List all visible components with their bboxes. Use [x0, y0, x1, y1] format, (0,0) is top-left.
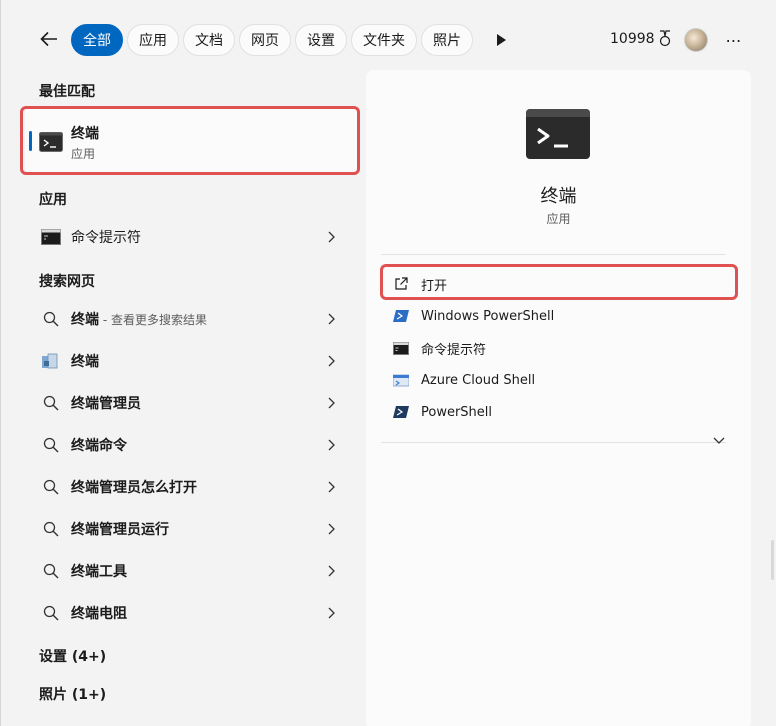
filter-settings[interactable]: 设置	[295, 24, 347, 56]
back-arrow-icon	[40, 31, 57, 47]
search-top-bar: 全部 应用 文档 网页 设置 文件夹 照片 10998 ⋯	[1, 0, 776, 72]
play-triangle-icon	[497, 34, 506, 46]
windows-powershell-label: Windows PowerShell	[421, 308, 555, 324]
filter-web[interactable]: 网页	[239, 24, 291, 56]
web-result-terminal-resistor[interactable]: 终端电阻	[25, 594, 351, 632]
web-result-query: 终端管理员运行	[71, 522, 169, 538]
selection-indicator	[29, 131, 32, 151]
website-favicon-icon	[41, 351, 61, 371]
windows-powershell-action[interactable]: Windows PowerShell	[382, 301, 734, 331]
chevron-right-icon	[328, 523, 335, 535]
chevron-right-icon	[328, 313, 335, 325]
azure-cloud-shell-icon	[392, 371, 410, 389]
list-item-label: 终端工具	[71, 561, 127, 581]
web-result-terminal-site[interactable]: 终端	[25, 342, 351, 380]
web-result-query: 终端工具	[71, 564, 127, 580]
filter-apps[interactable]: 应用	[127, 24, 179, 56]
command-prompt-icon	[392, 339, 410, 357]
azure-cloud-shell-action[interactable]: Azure Cloud Shell	[382, 365, 734, 395]
web-result-terminal-more[interactable]: 终端 - 查看更多搜索结果	[25, 300, 351, 338]
powershell-icon	[392, 403, 410, 421]
divider	[381, 442, 726, 443]
list-item-label: 终端命令	[71, 435, 127, 455]
list-item-label: 命令提示符	[71, 230, 141, 246]
list-item-label: 终端	[71, 351, 99, 371]
apps-heading: 应用	[39, 192, 67, 208]
terminal-icon	[39, 132, 63, 156]
web-result-query: 终端管理员怎么打开	[71, 480, 197, 496]
scrollbar[interactable]	[771, 540, 774, 580]
chevron-right-icon	[328, 439, 335, 451]
web-result-terminal-admin-open[interactable]: 终端管理员怎么打开	[25, 468, 351, 506]
chevron-right-icon	[328, 481, 335, 493]
list-item-label: 终端管理员	[71, 393, 141, 413]
best-match-heading: 最佳匹配	[39, 84, 95, 100]
web-result-terminal-admin-run[interactable]: 终端管理员运行	[25, 510, 351, 548]
web-result-query: 终端电阻	[71, 606, 127, 622]
search-icon	[41, 561, 61, 581]
best-match-subtitle: 应用	[71, 147, 96, 161]
ellipsis-icon: ⋯	[725, 30, 743, 50]
search-icon	[41, 519, 61, 539]
list-item-label: 终端管理员运行	[71, 519, 169, 539]
search-filter-tabs: 全部 应用 文档 网页 设置 文件夹 照片	[71, 24, 473, 56]
command-prompt-label: 命令提示符	[421, 342, 487, 358]
best-match-item[interactable]: 终端 应用	[25, 107, 358, 173]
web-result-terminal-tools[interactable]: 终端工具	[25, 552, 351, 590]
search-icon	[41, 477, 61, 497]
preview-app-title: 终端	[540, 186, 577, 207]
powershell-action[interactable]: PowerShell	[382, 397, 734, 427]
web-result-terminal-admin[interactable]: 终端管理员	[25, 384, 351, 422]
search-icon	[41, 309, 61, 329]
divider	[381, 254, 726, 255]
search-window: 全部 应用 文档 网页 设置 文件夹 照片 10998 ⋯ 最佳匹配 终端 应用…	[0, 0, 776, 726]
preview-app-type: 应用	[546, 212, 571, 226]
chevron-right-icon	[328, 355, 335, 367]
preview-panel: 终端 应用 打开 Windows PowerShell 命令提示符 Azure …	[366, 70, 751, 726]
command-prompt-icon	[41, 227, 61, 247]
more-options-button[interactable]: ⋯	[723, 30, 745, 50]
web-result-query: 终端命令	[71, 438, 127, 454]
search-icon	[41, 435, 61, 455]
web-result-terminal-command[interactable]: 终端命令	[25, 426, 351, 464]
azure-cloud-shell-label: Azure Cloud Shell	[421, 372, 536, 388]
open-action[interactable]: 打开	[382, 269, 734, 299]
list-item-label: 终端管理员怎么打开	[71, 477, 197, 497]
terminal-app-icon	[526, 109, 590, 163]
best-match-title: 终端	[71, 126, 99, 142]
filter-documents[interactable]: 文档	[183, 24, 235, 56]
filter-photos[interactable]: 照片	[421, 24, 473, 56]
web-search-heading: 搜索网页	[39, 274, 95, 290]
windows-powershell-icon	[392, 307, 410, 325]
chevron-right-icon	[328, 231, 335, 243]
filter-all[interactable]: 全部	[71, 24, 123, 56]
search-icon	[41, 603, 61, 623]
web-result-query: 终端	[71, 354, 99, 370]
chevron-right-icon	[328, 607, 335, 619]
command-prompt-action[interactable]: 命令提示符	[382, 333, 734, 363]
filter-folders[interactable]: 文件夹	[351, 24, 417, 56]
list-item-label: 终端 - 查看更多搜索结果	[71, 309, 207, 329]
rewards-points-value: 10998	[610, 31, 655, 47]
medal-icon	[659, 30, 670, 47]
back-button[interactable]	[34, 24, 64, 54]
chevron-down-icon[interactable]	[712, 436, 726, 446]
open-action-label: 打开	[421, 278, 448, 294]
settings-heading[interactable]: 设置 (4+)	[39, 646, 106, 666]
chevron-right-icon	[328, 565, 335, 577]
list-item-label: 终端电阻	[71, 603, 127, 623]
powershell-label: PowerShell	[421, 404, 493, 420]
list-item-command-prompt[interactable]: 命令提示符	[25, 218, 351, 256]
web-result-query: 终端	[71, 312, 99, 328]
web-result-query: 终端管理员	[71, 396, 141, 412]
search-icon	[41, 393, 61, 413]
rewards-points[interactable]: 10998	[610, 30, 673, 48]
open-external-icon	[392, 275, 410, 293]
more-filters-button[interactable]	[491, 30, 511, 50]
avatar[interactable]	[684, 28, 708, 52]
chevron-right-icon	[328, 397, 335, 409]
photos-heading[interactable]: 照片 (1+)	[39, 684, 106, 704]
web-result-suffix: - 查看更多搜索结果	[99, 313, 207, 327]
